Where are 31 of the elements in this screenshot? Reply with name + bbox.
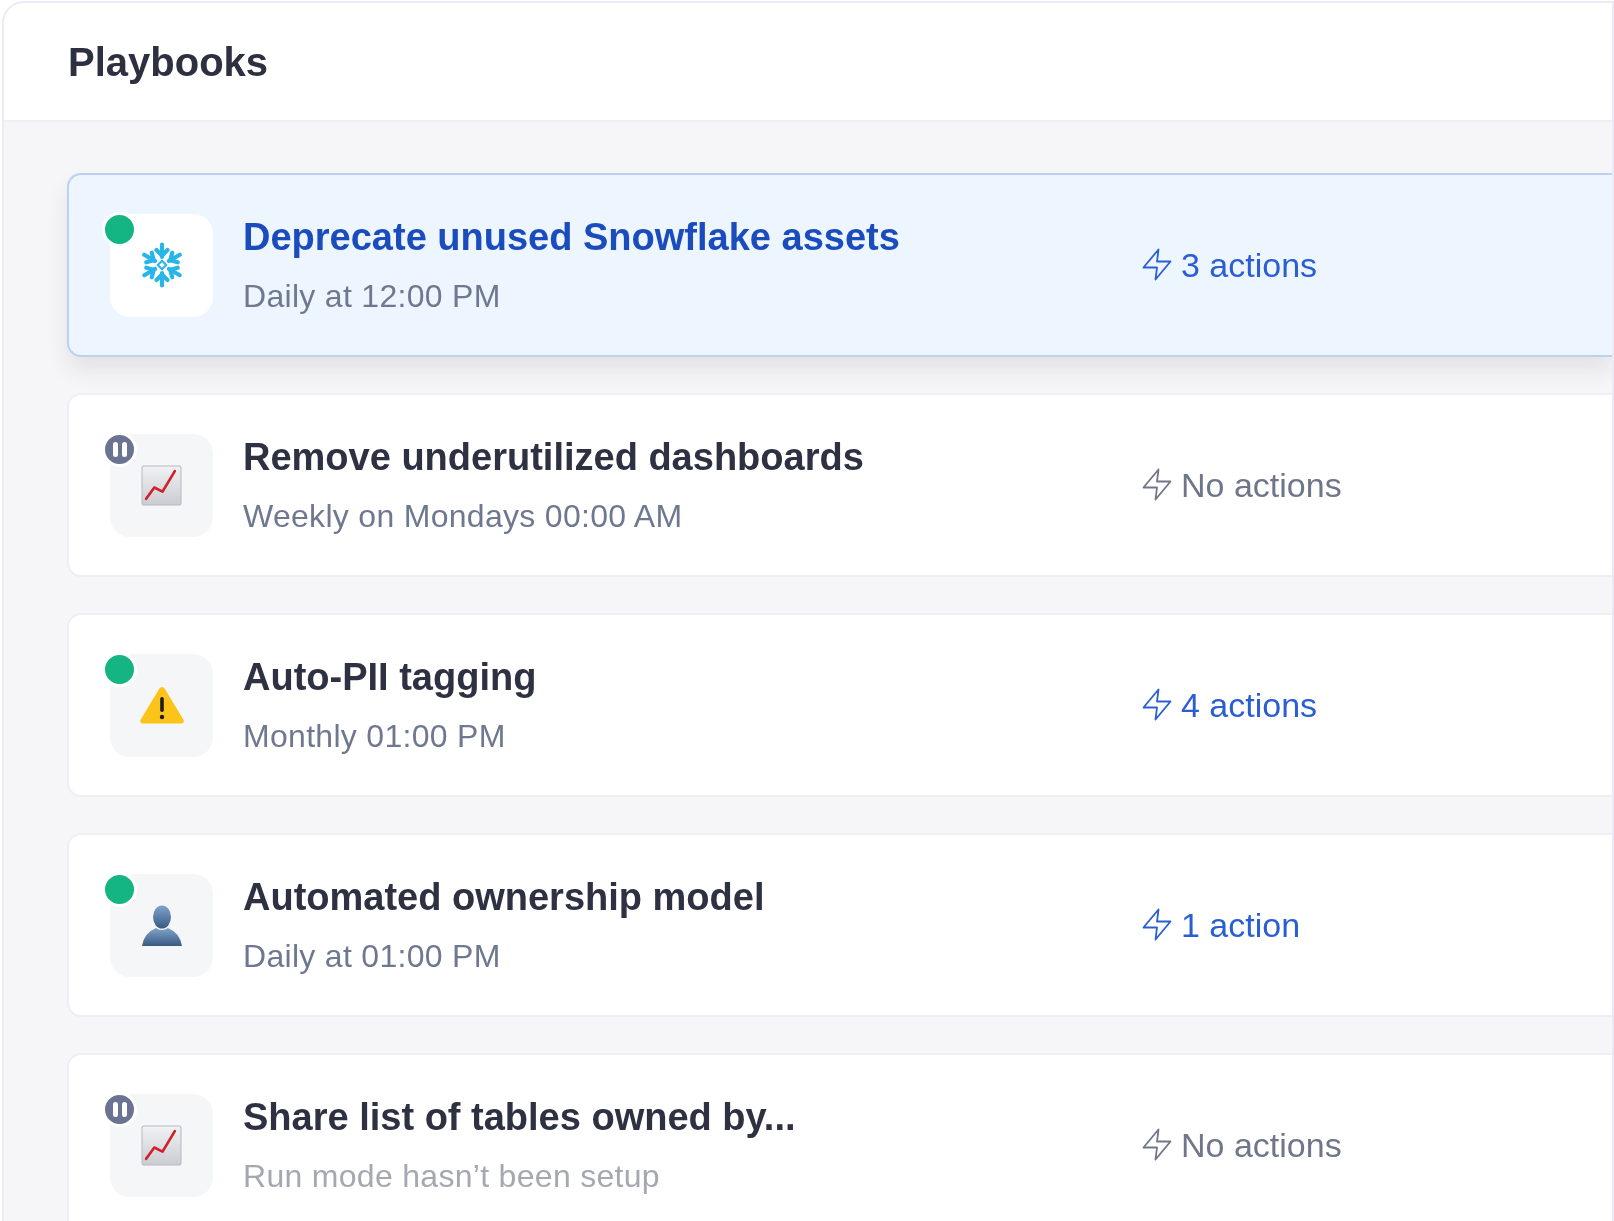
actions-count: 1 action [1181,904,1301,946]
lightning-icon [1142,248,1172,282]
playbook-card[interactable]: Share list of tables owned by... Run mode hasn’t been setup No actions [67,1053,1612,1221]
playbook-schedule: Weekly on Mondays 00:00 AM [243,496,684,535]
lightning-icon [1142,688,1172,722]
actions-count: 3 actions [1181,244,1318,286]
person-icon [110,873,213,977]
line-chart-icon [110,1093,213,1197]
playbook-card[interactable]: Deprecate unused Snowflake assets Daily at 12:00 PM 3 actions [67,173,1612,357]
playbook-name: Share list of tables owned by... [243,1095,797,1140]
playbook-card[interactable]: Remove underutilized dashboards Weekly on Mondays 00:00 AM No actions [67,393,1612,577]
page-title: Playbooks [68,38,269,86]
playbook-name: Deprecate unused Snowflake assets [243,215,901,260]
actions-count: No actions [1181,1124,1342,1166]
playbook-name: Auto-PII tagging [243,655,538,700]
playbook-card[interactable]: Automated ownership model Daily at 01:00 PM 1 action [67,833,1612,1017]
actions-count: No actions [1181,464,1342,506]
lightning-icon [1142,908,1172,942]
playbook-schedule: Monthly 01:00 PM [243,716,507,755]
actions-count: 4 actions [1181,684,1318,726]
lightning-icon [1142,468,1172,502]
playbook-schedule: Run mode hasn’t been setup [243,1156,661,1195]
line-chart-icon [110,433,213,537]
lightning-icon [1142,1128,1172,1162]
playbook-name: Remove underutilized dashboards [243,435,865,480]
playbook-schedule: Daily at 01:00 PM [243,936,502,975]
warning-icon [110,653,213,757]
snowflake-icon [110,213,213,317]
playbook-card[interactable]: Auto-PII tagging Monthly 01:00 PM 4 actions [67,613,1612,797]
playbook-schedule: Daily at 12:00 PM [243,276,502,315]
playbook-name: Automated ownership model [243,875,766,920]
